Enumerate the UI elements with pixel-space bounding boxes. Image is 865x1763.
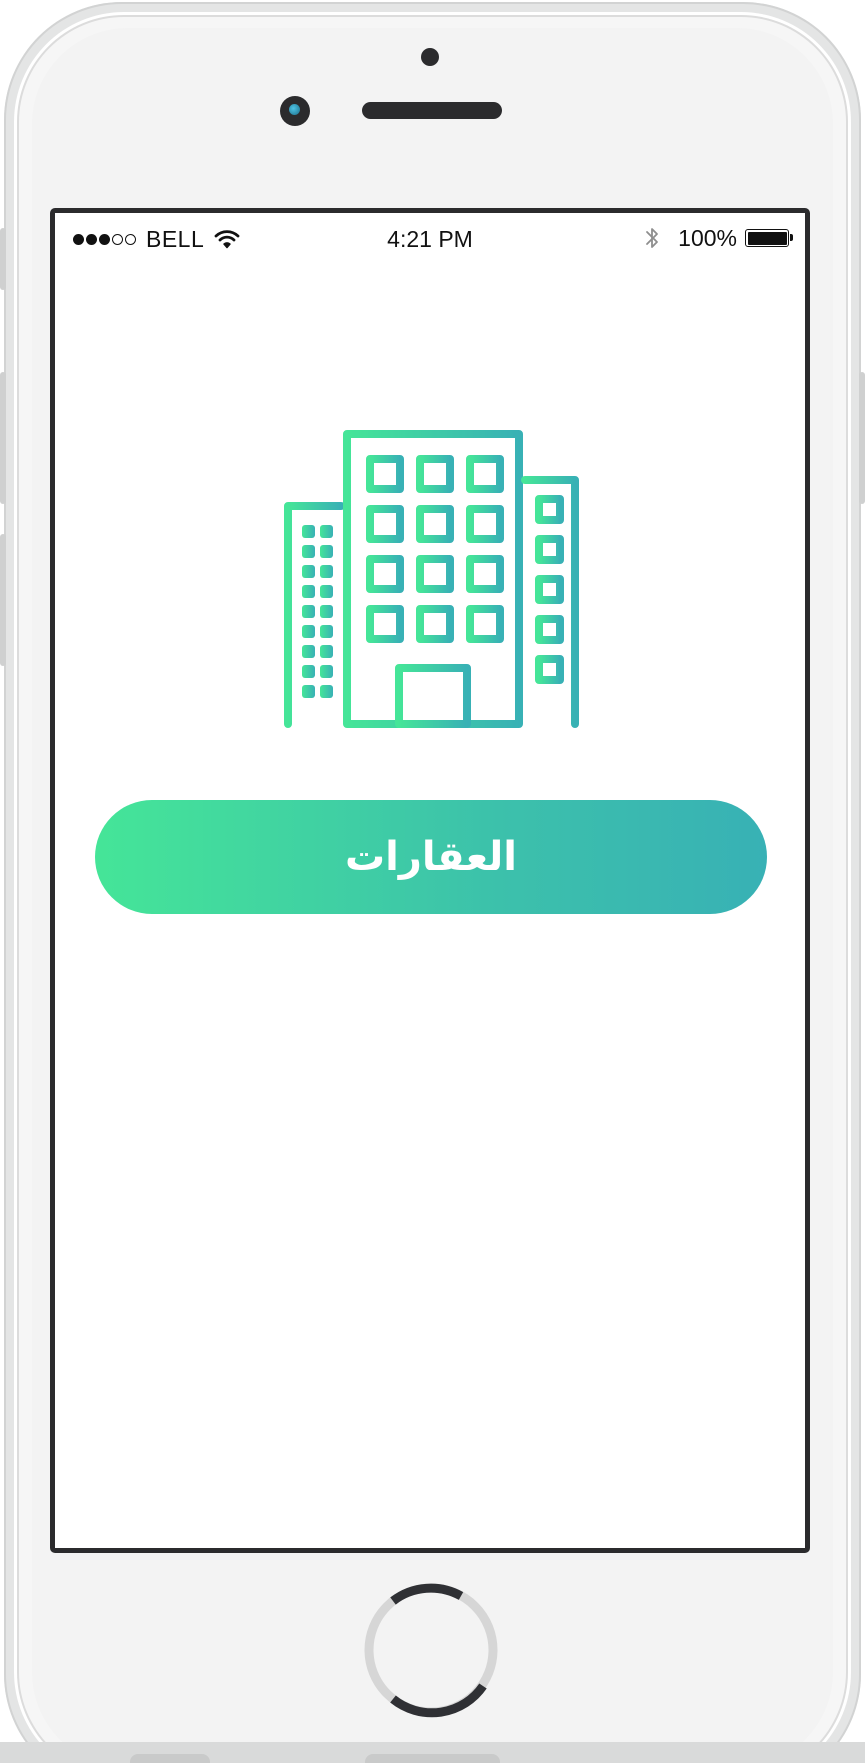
home-button[interactable] — [363, 1582, 499, 1718]
phone-bottom-nub-center — [365, 1754, 500, 1763]
mute-switch — [0, 228, 6, 290]
battery-percentage: 100% — [678, 224, 737, 251]
real-estate-button[interactable]: العقارات — [95, 800, 767, 914]
app-screenshot: BELL 4:21 PM 100% العقارات — [0, 0, 865, 1763]
device-screen: BELL 4:21 PM 100% العقارات — [50, 208, 810, 1553]
power-button — [859, 372, 865, 504]
proximity-sensor — [421, 48, 439, 66]
battery-icon — [745, 229, 793, 247]
status-bar: BELL 4:21 PM 100% — [55, 213, 805, 263]
status-bar-right: 100% — [644, 224, 793, 251]
front-camera — [280, 96, 310, 126]
phone-bottom-nub-left — [130, 1754, 210, 1763]
volume-up-button — [0, 372, 6, 504]
volume-down-button — [0, 534, 6, 666]
bluetooth-icon — [646, 228, 659, 248]
buildings-icon — [284, 430, 579, 728]
earpiece-speaker — [362, 102, 502, 119]
battery-fill — [747, 231, 787, 245]
